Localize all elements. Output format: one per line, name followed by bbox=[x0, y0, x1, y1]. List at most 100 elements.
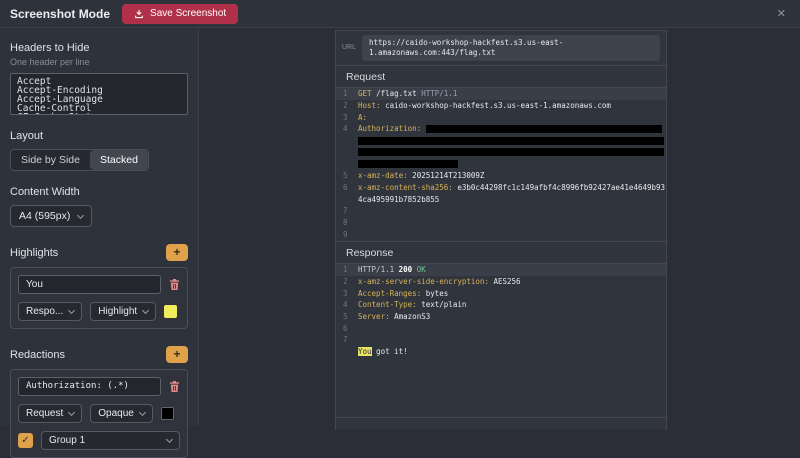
code-segment: Host: bbox=[358, 101, 381, 110]
code-line[interactable]: 4Authorization: bbox=[336, 123, 666, 135]
response-section-header: Response bbox=[336, 241, 666, 264]
code-line[interactable]: 5Server: AmazonS3 bbox=[336, 311, 666, 323]
code-line[interactable] bbox=[336, 158, 666, 170]
code-segment: got it! bbox=[372, 347, 408, 356]
highlights-label: Highlights bbox=[10, 247, 58, 259]
highlight-color-swatch[interactable] bbox=[164, 305, 177, 318]
line-number: 7 bbox=[336, 335, 357, 344]
close-icon[interactable]: ✕ bbox=[773, 5, 790, 22]
url-row: URL https://caido-workshop-hackfest.s3.u… bbox=[336, 31, 666, 65]
code-segment: A: bbox=[358, 113, 367, 122]
code-segment: Authorization: bbox=[358, 124, 426, 133]
code-line[interactable]: 8 bbox=[336, 217, 666, 229]
layout-segmented-control: Side by Side Stacked bbox=[10, 149, 149, 171]
redaction-group-select[interactable]: Group 1 bbox=[41, 431, 180, 450]
code-line[interactable] bbox=[336, 146, 666, 158]
line-number: 6 bbox=[336, 324, 357, 333]
code-segment: HTTP/1.1 bbox=[421, 89, 457, 98]
chevron-down-icon bbox=[68, 409, 75, 416]
code-line[interactable]: 1HTTP/1.1 200 OK bbox=[336, 264, 666, 276]
code-line[interactable]: 3A: bbox=[336, 111, 666, 123]
layout-label: Layout bbox=[10, 130, 188, 142]
redaction-bar bbox=[426, 125, 662, 133]
code-line[interactable]: 7 bbox=[336, 334, 666, 346]
code-line[interactable] bbox=[336, 135, 666, 147]
highlight-item-card: You Respo... Highlight bbox=[10, 267, 188, 329]
redaction-style-select[interactable]: Opaque bbox=[90, 404, 153, 423]
code-segment: Accept-Ranges: bbox=[358, 289, 421, 298]
code-segment: e3b0c44298fc1c149afbf4c8996fb92427ae41e4… bbox=[453, 183, 665, 192]
chevron-down-icon bbox=[142, 307, 149, 314]
code-segment: x-amz-server-side-encryption: bbox=[358, 277, 489, 286]
code-line[interactable]: 4Content-Type: text/plain bbox=[336, 299, 666, 311]
content-width-select[interactable]: A4 (595px) bbox=[10, 205, 92, 227]
code-segment: /flag.txt bbox=[376, 89, 421, 98]
line-number: 1 bbox=[336, 89, 357, 98]
redaction-scope-select[interactable]: Request bbox=[18, 404, 82, 423]
redaction-bar bbox=[358, 160, 458, 168]
download-icon bbox=[134, 9, 144, 19]
code-line[interactable]: 5x-amz-date: 20251214T213009Z bbox=[336, 170, 666, 182]
request-editor: 1GET /flag.txt HTTP/1.12Host: caido-work… bbox=[336, 88, 666, 241]
url-box: https://caido-workshop-hackfest.s3.us-ea… bbox=[362, 35, 660, 61]
line-number: 6 bbox=[336, 183, 357, 192]
code-line[interactable]: You got it! bbox=[336, 346, 666, 358]
highlight-scope-value: Respo... bbox=[26, 306, 63, 317]
code-line[interactable]: 7 bbox=[336, 205, 666, 217]
line-number: 5 bbox=[336, 171, 357, 180]
code-segment: 200 bbox=[399, 265, 417, 274]
code-line[interactable]: 1GET /flag.txt HTTP/1.1 bbox=[336, 88, 666, 100]
headers-to-hide-textarea[interactable]: Accept Accept-Encoding Accept-Language C… bbox=[10, 73, 188, 115]
redaction-scope-value: Request bbox=[26, 408, 63, 419]
line-number: 3 bbox=[336, 289, 357, 298]
line-number: 3 bbox=[336, 113, 357, 122]
code-line[interactable]: 2Host: caido-workshop-hackfest.s3.us-eas… bbox=[336, 100, 666, 112]
code-segment: x-amz-content-sha256: bbox=[358, 183, 453, 192]
url-value: https://caido-workshop-hackfest.s3.us-ea… bbox=[369, 38, 570, 58]
request-section-header: Request bbox=[336, 65, 666, 88]
highlight-scope-select[interactable]: Respo... bbox=[18, 302, 82, 321]
code-line[interactable]: 6x-amz-content-sha256: e3b0c44298fc1c149… bbox=[336, 182, 666, 194]
response-editor: 1HTTP/1.1 200 OK2x-amz-server-side-encry… bbox=[336, 264, 666, 418]
content-width-label: Content Width bbox=[10, 186, 188, 198]
code-line[interactable]: 6 bbox=[336, 322, 666, 334]
code-segment: 20251214T213009Z bbox=[408, 171, 485, 180]
code-segment: AES256 bbox=[489, 277, 521, 286]
line-number: 7 bbox=[336, 206, 357, 215]
layout-option-side-by-side[interactable]: Side by Side bbox=[11, 150, 90, 170]
redaction-bar bbox=[358, 137, 664, 145]
chevron-down-icon bbox=[139, 409, 146, 416]
content-width-value: A4 (595px) bbox=[19, 210, 70, 222]
code-segment: Server: bbox=[358, 312, 390, 321]
code-line[interactable]: 3Accept-Ranges: bytes bbox=[336, 287, 666, 299]
code-segment: Content-Type: bbox=[358, 300, 417, 309]
save-screenshot-button[interactable]: Save Screenshot bbox=[122, 4, 238, 24]
add-highlight-button[interactable]: + bbox=[166, 244, 188, 261]
redaction-color-swatch[interactable] bbox=[161, 407, 174, 420]
line-number: 5 bbox=[336, 312, 357, 321]
highlight-style-value: Highlight bbox=[98, 306, 137, 317]
redaction-pattern-input[interactable]: Authorization: (.*) bbox=[18, 377, 161, 396]
code-segment: bytes bbox=[421, 289, 448, 298]
line-number: 4 bbox=[336, 124, 357, 133]
highlight-style-select[interactable]: Highlight bbox=[90, 302, 156, 321]
page-title: Screenshot Mode bbox=[10, 7, 110, 21]
code-line[interactable]: 9 bbox=[336, 228, 666, 240]
delete-highlight-icon[interactable] bbox=[169, 278, 180, 291]
code-line[interactable]: 4ca495991b7852b855 bbox=[336, 193, 666, 205]
sidebar: Headers to Hide One header per line Acce… bbox=[0, 28, 199, 426]
redaction-group-value: Group 1 bbox=[49, 435, 85, 446]
headers-to-hide-hint: One header per line bbox=[10, 57, 188, 67]
code-segment: x-amz-date: bbox=[358, 171, 408, 180]
add-redaction-button[interactable]: + bbox=[166, 346, 188, 363]
layout-option-stacked[interactable]: Stacked bbox=[90, 150, 148, 170]
redaction-style-value: Opaque bbox=[98, 408, 134, 419]
redaction-bar bbox=[358, 148, 664, 156]
code-segment: GET bbox=[358, 89, 376, 98]
code-line[interactable]: 2x-amz-server-side-encryption: AES256 bbox=[336, 276, 666, 288]
highlight-text-input[interactable]: You bbox=[18, 275, 161, 294]
url-label: URL bbox=[342, 44, 356, 51]
delete-redaction-icon[interactable] bbox=[169, 380, 180, 393]
code-segment: caido-workshop-hackfest.s3.us-east-1.ama… bbox=[381, 101, 611, 110]
redaction-group-checkbox[interactable]: ✓ bbox=[18, 433, 33, 448]
